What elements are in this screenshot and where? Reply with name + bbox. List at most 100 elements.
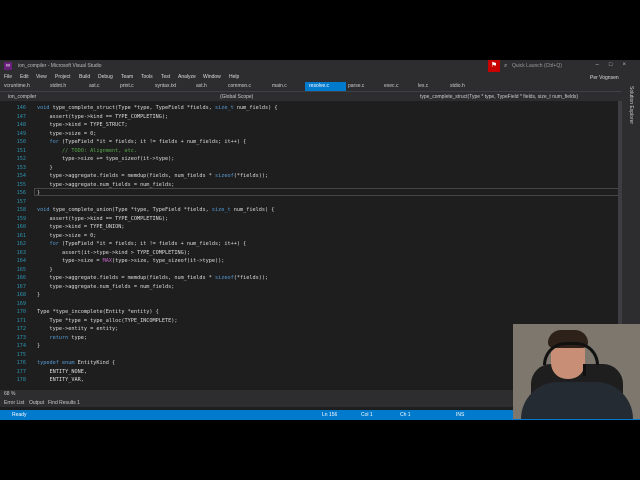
microphone-icon — [583, 364, 586, 376]
line-number: 171 — [16, 317, 26, 324]
line-number: 158 — [16, 207, 26, 213]
menu-window[interactable]: Window — [203, 74, 221, 80]
tab-vcruntime[interactable]: vcruntime.h — [0, 82, 48, 91]
menu-build[interactable]: Build — [79, 74, 90, 80]
menu-file[interactable]: File — [4, 74, 12, 80]
code-line: ENTITY_VAR, — [37, 377, 84, 383]
tab-stdio[interactable]: stdio.h — [446, 82, 486, 91]
tab-print[interactable]: print.c — [116, 82, 154, 91]
line-number: 173 — [16, 334, 26, 341]
code-line: type->size = MAX(type->size, type_sizeof… — [37, 258, 225, 264]
title-bar: ∞ ion_compiler - Microsoft Visual Studio… — [0, 60, 640, 72]
code-line: } — [37, 164, 53, 171]
code-line: Type *type_incomplete(Entity *entity) { — [37, 309, 159, 315]
zoom-level[interactable]: 68 % — [4, 391, 15, 397]
code-line: type->aggregate.fields = memdup(fields, … — [37, 173, 269, 179]
status-col: Col 1 — [361, 412, 373, 418]
menu-project[interactable]: Project — [55, 74, 71, 80]
menu-test[interactable]: Test — [161, 74, 170, 80]
line-number: 174 — [16, 343, 26, 349]
tab-common[interactable]: common.c — [224, 82, 270, 91]
code-line: } — [37, 343, 41, 349]
line-number: 172 — [16, 326, 26, 332]
tab-exec[interactable]: exec.c — [380, 82, 417, 91]
window-title: ion_compiler - Microsoft Visual Studio — [18, 63, 102, 69]
code-line: Type *type = type_alloc(TYPE_INCOMPLETE)… — [37, 317, 178, 324]
code-line: assert(type->kind == TYPE_COMPLETING); — [37, 113, 169, 120]
navigation-bar: ion_compiler (Global Scope) type_complet… — [0, 91, 622, 101]
tab-resolve[interactable]: resolve.c — [305, 82, 346, 91]
solution-explorer-label: Solution Explorer — [628, 86, 634, 125]
window-controls[interactable]: ‒□× — [596, 62, 636, 68]
scope-dropdown[interactable]: (Global Scope) — [220, 94, 253, 100]
code-line: type->kind = TYPE_STRUCT; — [37, 122, 128, 128]
tab-parse[interactable]: parse.c — [344, 82, 382, 91]
function-dropdown[interactable]: type_complete_struct(Type * type, TypeFi… — [420, 94, 578, 100]
code-line: type->aggregate.num_fields = num_fields; — [37, 283, 175, 290]
line-number: 169 — [16, 300, 26, 307]
line-number: 175 — [16, 351, 26, 358]
line-number: 149 — [16, 130, 26, 137]
visual-studio-logo-icon: ∞ — [4, 62, 12, 70]
code-line: typedef enum EntityKind { — [37, 360, 116, 366]
line-number: 170 — [16, 309, 26, 315]
notification-flag-icon[interactable]: ⚑ — [488, 60, 500, 72]
code-line: type->entity = entity; — [37, 326, 119, 332]
webcam-overlay — [513, 324, 640, 419]
tab-ast-h[interactable]: ast.h — [192, 82, 228, 91]
line-number: 151 — [16, 147, 26, 154]
line-number: 178 — [16, 377, 26, 383]
current-line-highlight — [34, 188, 620, 196]
menu-team[interactable]: Team — [121, 74, 133, 80]
line-number: 157 — [16, 198, 26, 205]
line-number: 156 — [16, 190, 26, 196]
shirt — [521, 382, 633, 419]
line-number: 146 — [16, 105, 26, 111]
tab-error-list[interactable]: Error List — [4, 400, 24, 406]
menu-help[interactable]: Help — [229, 74, 239, 80]
line-number: 162 — [16, 241, 26, 247]
tab-main[interactable]: main.c — [268, 82, 304, 91]
quick-launch-input[interactable]: Quick Launch (Ctrl+Q) — [512, 63, 590, 70]
line-number: 176 — [16, 360, 26, 366]
line-number: 148 — [16, 122, 26, 128]
menu-view[interactable]: View — [36, 74, 47, 80]
code-line: ENTITY_NONE, — [37, 368, 87, 375]
line-number: 168 — [16, 292, 26, 298]
tab-find-results[interactable]: Find Results 1 — [48, 400, 80, 406]
line-number: 153 — [16, 164, 26, 171]
line-number: 161 — [16, 232, 26, 239]
tab-output[interactable]: Output — [29, 400, 44, 406]
menu-analyze[interactable]: Analyze — [178, 74, 196, 80]
user-name[interactable]: Per Vognsen — [590, 75, 619, 81]
code-line: } — [37, 292, 41, 298]
line-number: 164 — [16, 258, 26, 264]
line-number: 160 — [16, 224, 26, 230]
code-line: void type_complete_union(Type *type, Typ… — [37, 207, 275, 213]
status-ins: INS — [456, 412, 465, 418]
status-ready: Ready — [12, 412, 27, 418]
code-line: type->aggregate.fields = memdup(fields, … — [37, 275, 269, 281]
tab-stdint[interactable]: stdint.h — [46, 82, 88, 91]
tab-lex[interactable]: lex.c — [414, 82, 450, 91]
menu-debug[interactable]: Debug — [98, 74, 113, 80]
search-icon[interactable]: ⌕ — [504, 63, 507, 70]
code-line: assert(it->type->kind > TYPE_COMPLETING)… — [37, 249, 191, 256]
line-number: 152 — [16, 156, 26, 162]
line-number: 150 — [16, 139, 26, 145]
line-number: 154 — [16, 173, 26, 179]
menu-edit[interactable]: Edit — [20, 74, 29, 80]
menu-bar: File Edit View Project Build Debug Team … — [0, 72, 640, 82]
code-line: type->size += type_sizeof(it->type); — [37, 156, 175, 162]
code-line: // TODO: Alignment, etc. — [37, 147, 137, 154]
line-number: 166 — [16, 275, 26, 281]
line-number: 159 — [16, 215, 26, 222]
menu-tools[interactable]: Tools — [141, 74, 153, 80]
line-number: 177 — [16, 368, 26, 375]
project-dropdown[interactable]: ion_compiler — [8, 94, 36, 100]
code-line: return type; — [49, 334, 88, 341]
document-tabs: vcruntime.h stdint.h ast.c print.c synta… — [0, 82, 622, 91]
line-number: 167 — [16, 283, 26, 290]
code-line: for (TypeField *it = fields; it != field… — [49, 139, 247, 145]
tab-syntax[interactable]: syntax.txt — [151, 82, 193, 91]
